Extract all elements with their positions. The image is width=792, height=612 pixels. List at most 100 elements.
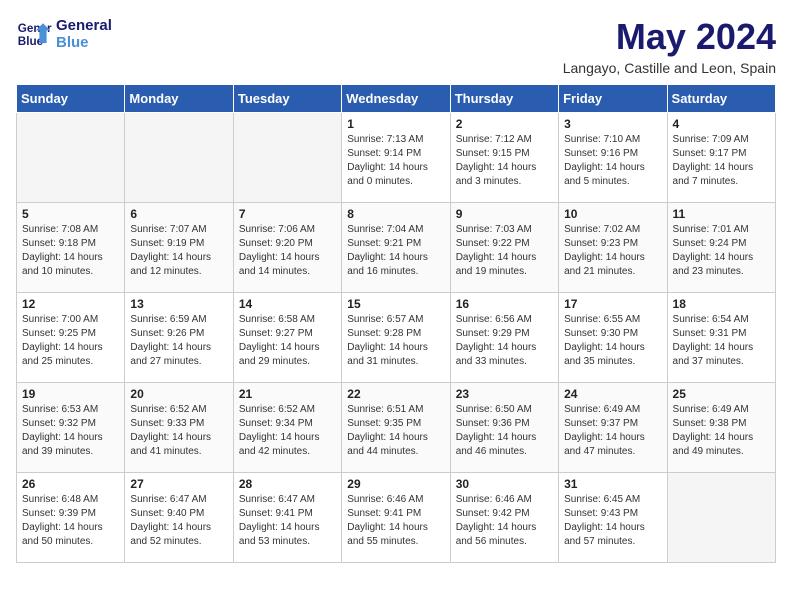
page-header: General Blue General Blue May 2024 Langa… — [16, 16, 776, 76]
day-details: Sunrise: 6:52 AMSunset: 9:33 PMDaylight:… — [130, 403, 227, 459]
calendar-cell: 7 Sunrise: 7:06 AMSunset: 9:20 PMDaylight… — [233, 203, 341, 293]
day-details: Sunrise: 7:04 AMSunset: 9:21 PMDaylight:… — [347, 223, 444, 279]
calendar-cell: 25 Sunrise: 6:49 AMSunset: 9:38 PMDayligh… — [667, 383, 775, 473]
weekday-header-tuesday: Tuesday — [233, 85, 341, 113]
calendar-cell: 6 Sunrise: 7:07 AMSunset: 9:19 PMDaylight… — [125, 203, 233, 293]
day-number: 25 — [673, 387, 770, 401]
day-details: Sunrise: 7:06 AMSunset: 9:20 PMDaylight:… — [239, 223, 336, 279]
day-number: 2 — [456, 117, 553, 131]
day-number: 14 — [239, 297, 336, 311]
day-details: Sunrise: 6:56 AMSunset: 9:29 PMDaylight:… — [456, 313, 553, 369]
day-number: 16 — [456, 297, 553, 311]
calendar-table: SundayMondayTuesdayWednesdayThursdayFrid… — [16, 84, 776, 563]
weekday-header-wednesday: Wednesday — [342, 85, 450, 113]
calendar-cell: 29 Sunrise: 6:46 AMSunset: 9:41 PMDayligh… — [342, 473, 450, 563]
day-details: Sunrise: 7:07 AMSunset: 9:19 PMDaylight:… — [130, 223, 227, 279]
calendar-cell: 16 Sunrise: 6:56 AMSunset: 9:29 PMDayligh… — [450, 293, 558, 383]
calendar-cell: 30 Sunrise: 6:46 AMSunset: 9:42 PMDayligh… — [450, 473, 558, 563]
logo-icon: General Blue — [16, 16, 52, 52]
calendar-cell — [667, 473, 775, 563]
day-number: 1 — [347, 117, 444, 131]
day-details: Sunrise: 7:10 AMSunset: 9:16 PMDaylight:… — [564, 133, 661, 189]
day-number: 17 — [564, 297, 661, 311]
calendar-cell — [17, 113, 125, 203]
week-row-1: 1 Sunrise: 7:13 AMSunset: 9:14 PMDaylight… — [17, 113, 776, 203]
day-details: Sunrise: 6:53 AMSunset: 9:32 PMDaylight:… — [22, 403, 119, 459]
day-number: 4 — [673, 117, 770, 131]
logo-general: General — [56, 17, 112, 34]
day-number: 21 — [239, 387, 336, 401]
calendar-cell: 3Sunrise: 7:10 AMSunset: 9:16 PMDaylight… — [559, 113, 667, 203]
day-details: Sunrise: 7:00 AMSunset: 9:25 PMDaylight:… — [22, 313, 119, 369]
day-details: Sunrise: 6:50 AMSunset: 9:36 PMDaylight:… — [456, 403, 553, 459]
day-details: Sunrise: 7:03 AMSunset: 9:22 PMDaylight:… — [456, 223, 553, 279]
day-number: 30 — [456, 477, 553, 491]
day-number: 5 — [22, 207, 119, 221]
day-number: 7 — [239, 207, 336, 221]
day-number: 28 — [239, 477, 336, 491]
weekday-header-friday: Friday — [559, 85, 667, 113]
calendar-cell: 27Sunrise: 6:47 AMSunset: 9:40 PMDayligh… — [125, 473, 233, 563]
day-number: 20 — [130, 387, 227, 401]
title-block: May 2024 Langayo, Castille and Leon, Spa… — [563, 16, 776, 76]
day-number: 24 — [564, 387, 661, 401]
day-details: Sunrise: 7:01 AMSunset: 9:24 PMDaylight:… — [673, 223, 770, 279]
day-number: 6 — [130, 207, 227, 221]
logo: General Blue General Blue — [16, 16, 112, 52]
week-row-4: 19 Sunrise: 6:53 AMSunset: 9:32 PMDayligh… — [17, 383, 776, 473]
day-number: 26 — [22, 477, 119, 491]
calendar-cell: 14 Sunrise: 6:58 AMSunset: 9:27 PMDayligh… — [233, 293, 341, 383]
calendar-cell: 8Sunrise: 7:04 AMSunset: 9:21 PMDaylight… — [342, 203, 450, 293]
calendar-cell: 18Sunrise: 6:54 AMSunset: 9:31 PMDayligh… — [667, 293, 775, 383]
day-details: Sunrise: 6:46 AMSunset: 9:42 PMDaylight:… — [456, 493, 553, 549]
day-details: Sunrise: 6:58 AMSunset: 9:27 PMDaylight:… — [239, 313, 336, 369]
calendar-cell: 13 Sunrise: 6:59 AMSunset: 9:26 PMDayligh… — [125, 293, 233, 383]
day-number: 15 — [347, 297, 444, 311]
calendar-cell — [233, 113, 341, 203]
weekday-header-monday: Monday — [125, 85, 233, 113]
calendar-cell: 12 Sunrise: 7:00 AMSunset: 9:25 PMDayligh… — [17, 293, 125, 383]
day-details: Sunrise: 6:49 AMSunset: 9:38 PMDaylight:… — [673, 403, 770, 459]
day-details: Sunrise: 7:13 AMSunset: 9:14 PMDaylight:… — [347, 133, 444, 189]
logo-blue: Blue — [56, 34, 112, 51]
day-details: Sunrise: 6:49 AMSunset: 9:37 PMDaylight:… — [564, 403, 661, 459]
day-number: 19 — [22, 387, 119, 401]
calendar-cell: 28 Sunrise: 6:47 AMSunset: 9:41 PMDayligh… — [233, 473, 341, 563]
calendar-cell: 19 Sunrise: 6:53 AMSunset: 9:32 PMDayligh… — [17, 383, 125, 473]
week-row-3: 12 Sunrise: 7:00 AMSunset: 9:25 PMDayligh… — [17, 293, 776, 383]
weekday-header-thursday: Thursday — [450, 85, 558, 113]
calendar-cell: 17Sunrise: 6:55 AMSunset: 9:30 PMDayligh… — [559, 293, 667, 383]
day-number: 12 — [22, 297, 119, 311]
calendar-cell: 2 Sunrise: 7:12 AMSunset: 9:15 PMDaylight… — [450, 113, 558, 203]
calendar-cell: 23 Sunrise: 6:50 AMSunset: 9:36 PMDayligh… — [450, 383, 558, 473]
calendar-cell: 26 Sunrise: 6:48 AMSunset: 9:39 PMDayligh… — [17, 473, 125, 563]
day-details: Sunrise: 7:02 AMSunset: 9:23 PMDaylight:… — [564, 223, 661, 279]
calendar-cell: 5 Sunrise: 7:08 AMSunset: 9:18 PMDaylight… — [17, 203, 125, 293]
day-number: 23 — [456, 387, 553, 401]
day-number: 18 — [673, 297, 770, 311]
calendar-cell: 1 Sunrise: 7:13 AMSunset: 9:14 PMDaylight… — [342, 113, 450, 203]
calendar-cell: 31Sunrise: 6:45 AMSunset: 9:43 PMDayligh… — [559, 473, 667, 563]
day-number: 29 — [347, 477, 444, 491]
calendar-cell: 24 Sunrise: 6:49 AMSunset: 9:37 PMDayligh… — [559, 383, 667, 473]
day-details: Sunrise: 6:47 AMSunset: 9:41 PMDaylight:… — [239, 493, 336, 549]
day-number: 31 — [564, 477, 661, 491]
day-details: Sunrise: 6:48 AMSunset: 9:39 PMDaylight:… — [22, 493, 119, 549]
day-number: 27 — [130, 477, 227, 491]
day-number: 13 — [130, 297, 227, 311]
day-details: Sunrise: 6:59 AMSunset: 9:26 PMDaylight:… — [130, 313, 227, 369]
calendar-cell — [125, 113, 233, 203]
weekday-header-saturday: Saturday — [667, 85, 775, 113]
day-number: 22 — [347, 387, 444, 401]
header-row: SundayMondayTuesdayWednesdayThursdayFrid… — [17, 85, 776, 113]
location: Langayo, Castille and Leon, Spain — [563, 60, 776, 76]
day-details: Sunrise: 7:12 AMSunset: 9:15 PMDaylight:… — [456, 133, 553, 189]
calendar-cell: 9Sunrise: 7:03 AMSunset: 9:22 PMDaylight… — [450, 203, 558, 293]
day-details: Sunrise: 7:08 AMSunset: 9:18 PMDaylight:… — [22, 223, 119, 279]
calendar-cell: 15Sunrise: 6:57 AMSunset: 9:28 PMDayligh… — [342, 293, 450, 383]
weekday-header-sunday: Sunday — [17, 85, 125, 113]
day-details: Sunrise: 6:46 AMSunset: 9:41 PMDaylight:… — [347, 493, 444, 549]
calendar-cell: 20 Sunrise: 6:52 AMSunset: 9:33 PMDayligh… — [125, 383, 233, 473]
month-title: May 2024 — [563, 16, 776, 58]
day-details: Sunrise: 7:09 AMSunset: 9:17 PMDaylight:… — [673, 133, 770, 189]
